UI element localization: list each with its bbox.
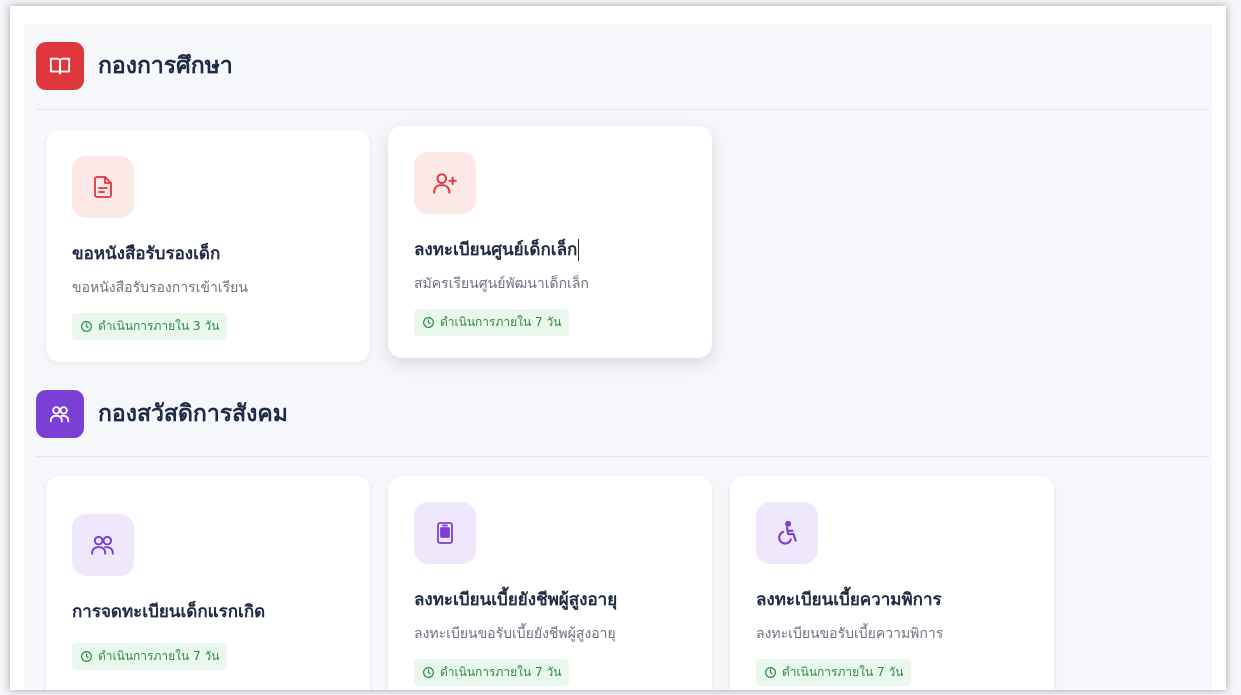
section-divider	[36, 456, 1210, 457]
badge-label: ดำเนินการภายใน 7 วัน	[440, 665, 562, 679]
service-card-disability-allowance[interactable]: ลงทะเบียนเบี้ยความพิการ ลงทะเบียนขอรับเบ…	[730, 476, 1054, 690]
card-description: ขอหนังสือรับรองการเข้าเรียน	[72, 280, 248, 296]
id-card-icon	[414, 502, 476, 564]
processing-time-badge: ดำเนินการภายใน 7 วัน	[72, 643, 228, 670]
badge-label: ดำเนินการภายใน 7 วัน	[98, 649, 220, 663]
users-icon	[72, 514, 134, 576]
card-description: สมัครเรียนศูนย์พัฒนาเด็กเล็ก	[414, 276, 589, 292]
text-cursor	[578, 239, 580, 261]
badge-label: ดำเนินการภายใน 7 วัน	[440, 315, 562, 329]
clock-icon	[765, 667, 776, 678]
processing-time-badge: ดำเนินการภายใน 3 วัน	[72, 313, 228, 340]
service-card-child-certificate[interactable]: ขอหนังสือรับรองเด็ก ขอหนังสือรับรองการเข…	[46, 130, 370, 362]
section-title: กองการศึกษา	[98, 53, 233, 79]
section-header-education: กองการศึกษา	[36, 42, 233, 90]
document-icon	[72, 156, 134, 218]
clock-icon	[423, 667, 434, 678]
card-title: ลงทะเบียนศูนย์เด็กเล็ก	[414, 236, 686, 263]
card-title: ลงทะเบียนเบี้ยความพิการ	[756, 590, 942, 610]
section-divider	[36, 109, 1210, 110]
book-open-icon	[36, 42, 84, 90]
users-icon	[36, 390, 84, 438]
card-title: ลงทะเบียนเบี้ยยังชีพผู้สูงอายุ	[414, 590, 618, 610]
badge-label: ดำเนินการภายใน 7 วัน	[782, 665, 904, 679]
clock-icon	[423, 317, 434, 328]
section-title: กองสวัสดิการสังคม	[98, 401, 288, 427]
page-frame: กองการศึกษา ขอหนังสือรับรองเด็ก ขอหนังสื…	[10, 6, 1226, 690]
processing-time-badge: ดำเนินการภายใน 7 วัน	[414, 309, 570, 336]
clock-icon	[81, 651, 92, 662]
clock-icon	[81, 321, 92, 332]
badge-label: ดำเนินการภายใน 3 วัน	[98, 319, 220, 333]
service-card-childcare-registration[interactable]: ลงทะเบียนศูนย์เด็กเล็ก สมัครเรียนศูนย์พั…	[388, 126, 712, 358]
wheelchair-icon	[756, 502, 818, 564]
card-title: ขอหนังสือรับรองเด็ก	[72, 244, 221, 264]
card-description: ลงทะเบียนขอรับเบี้ยความพิการ	[756, 626, 944, 642]
processing-time-badge: ดำเนินการภายใน 7 วัน	[414, 659, 570, 686]
service-card-elderly-allowance[interactable]: ลงทะเบียนเบี้ยยังชีพผู้สูงอายุ ลงทะเบียน…	[388, 476, 712, 690]
card-title-text: ลงทะเบียนศูนย์เด็กเล็ก	[414, 240, 578, 260]
section-header-social-welfare: กองสวัสดิการสังคม	[36, 390, 288, 438]
processing-time-badge: ดำเนินการภายใน 7 วัน	[756, 659, 912, 686]
card-description: ลงทะเบียนขอรับเบี้ยยังชีพผู้สูงอายุ	[414, 626, 616, 642]
user-plus-icon	[414, 152, 476, 214]
service-card-birth-registration[interactable]: การจดทะเบียนเด็กแรกเกิด ดำเนินการภายใน 7…	[46, 476, 370, 690]
card-title: การจดทะเบียนเด็กแรกเกิด	[72, 602, 266, 622]
services-page: กองการศึกษา ขอหนังสือรับรองเด็ก ขอหนังสื…	[24, 24, 1212, 690]
